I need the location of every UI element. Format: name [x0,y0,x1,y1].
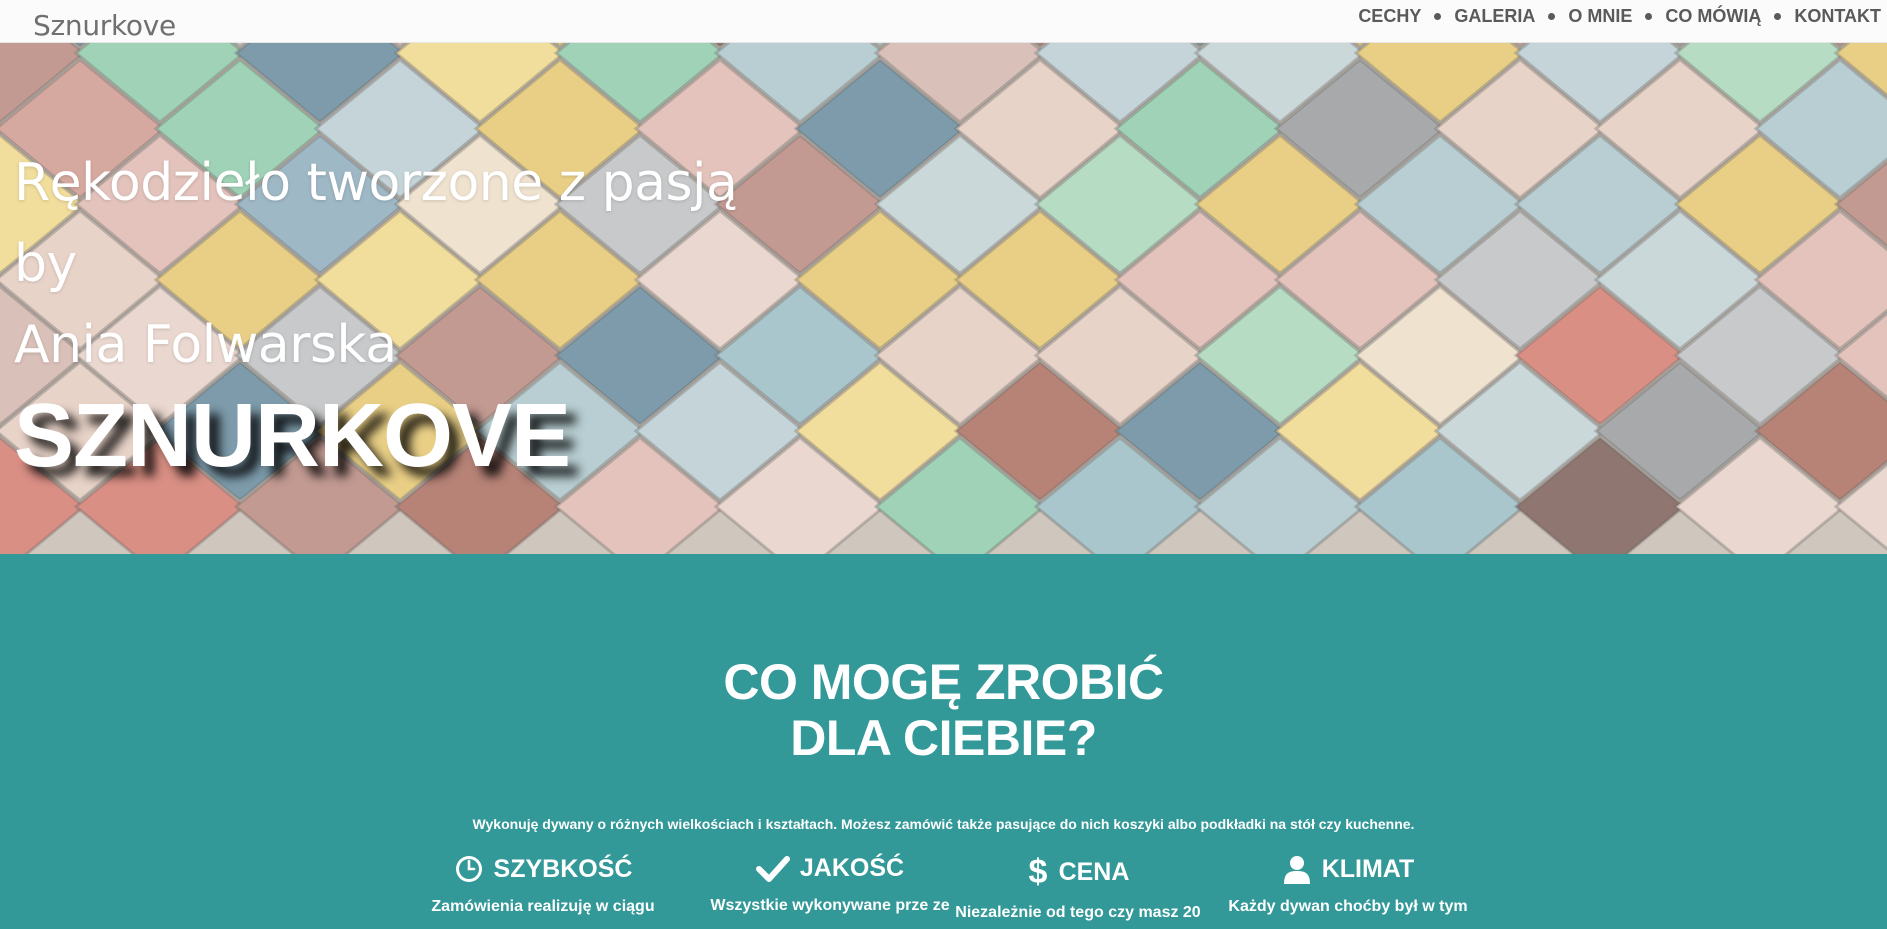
top-navbar: Sznurkove CECHY GALERIA O MNIE CO MÓWIĄ … [0,0,1887,43]
feature-atmosphere: KLIMAT Każdy dywan choćby był w tym [1218,854,1478,918]
brand-logo[interactable]: Sznurkove [33,9,176,42]
hero-tagline-line: Ania Folwarska [14,315,397,375]
menu-separator [1645,13,1653,20]
clock-icon [455,856,482,882]
menu-separator [1774,13,1782,20]
hero-tagline-line: by [14,234,77,294]
feature-title: SZYBKOŚĆ [493,854,633,883]
feature-quality: JAKOŚĆ Wszystkie wykonywane prze ze [700,854,960,917]
feature-title: JAKOŚĆ [799,854,905,882]
features-section: CO MOGĘ ZROBIĆ DLA CIEBIE? Wykonuję dywa… [0,554,1887,929]
menu-item-cechy[interactable]: CECHY [1358,6,1421,27]
hero-text: Rękodzieło tworzone z pasją by Ania Folw… [14,143,738,486]
section-title-line: DLA CIEBIE? [790,710,1097,766]
hero-banner: Rękodzieło tworzone z pasją by Ania Folw… [0,43,1887,554]
section-title-line: CO MOGĘ ZROBIĆ [723,654,1164,710]
section-title: CO MOGĘ ZROBIĆ DLA CIEBIE? [0,654,1887,766]
menu-item-kontakt[interactable]: KONTAKT [1794,6,1881,27]
feature-title: KLIMAT [1321,854,1415,883]
svg-text:$: $ [1028,854,1047,890]
hero-title: SZNURKOVE [14,386,571,486]
feature-text: Wszystkie wykonywane prze ze [710,897,950,914]
menu-item-galeria[interactable]: GALERIA [1454,6,1535,27]
dollar-icon: $ [1028,854,1047,890]
menu-item-co-mowia[interactable]: CO MÓWIĄ [1665,6,1761,27]
hero-tagline-line: Rękodzieło tworzone z pasją [14,153,738,213]
feature-title: CENA [1058,857,1130,886]
section-lead: Wykonuję dywany o różnych wielkościach i… [472,816,1415,832]
menu-item-o-mnie[interactable]: O MNIE [1568,6,1632,27]
feature-text: Niezależnie od tego czy masz 20 [955,904,1201,921]
feature-price: $ CENA Niezależnie od tego czy masz 20 [948,854,1208,924]
menu-separator [1548,13,1556,20]
feature-speed: SZYBKOŚĆ Zamówienia realizuję w ciągu [413,854,673,918]
check-icon [755,855,790,882]
feature-text: Każdy dywan choćby był w tym [1228,898,1468,915]
menu-separator [1434,13,1442,20]
main-menu: CECHY GALERIA O MNIE CO MÓWIĄ KONTAKT [1358,6,1881,27]
user-icon [1283,856,1310,884]
feature-text: Zamówienia realizuję w ciągu [431,898,655,915]
